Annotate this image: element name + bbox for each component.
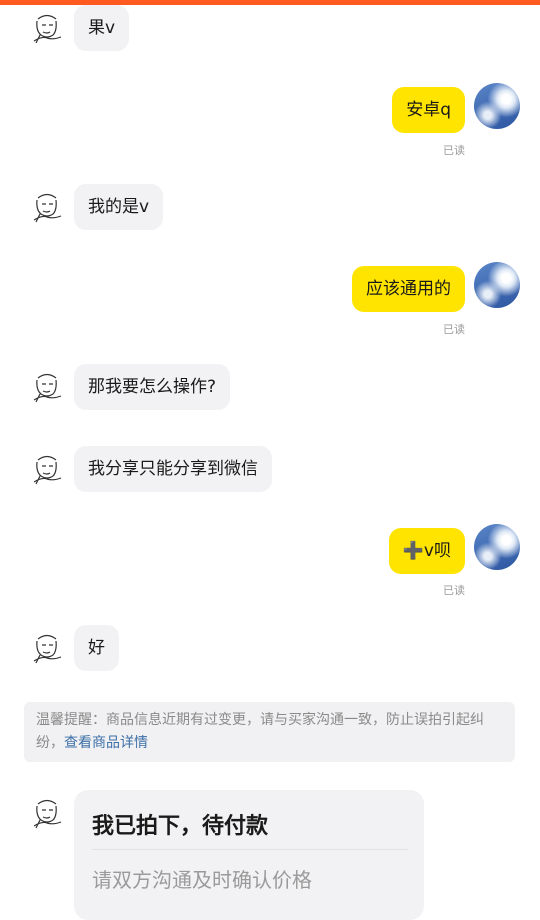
peer-avatar[interactable] (24, 790, 70, 836)
sketch-face-avatar-icon (33, 373, 62, 403)
sketch-face-avatar-icon (33, 193, 62, 223)
message-bubble[interactable]: 果v (74, 5, 130, 51)
read-status: 已读 (443, 584, 465, 597)
order-card-subtitle: 请双方沟通及时确认价格 (92, 868, 312, 892)
peer-avatar[interactable] (24, 625, 70, 671)
self-avatar[interactable] (474, 83, 520, 129)
view-item-details-link[interactable]: 查看商品详情 (64, 735, 148, 751)
peer-avatar[interactable] (24, 184, 70, 230)
self-avatar[interactable] (474, 524, 520, 570)
self-avatar[interactable] (474, 262, 520, 308)
peer-avatar[interactable] (24, 446, 70, 492)
divider (92, 849, 408, 850)
message-bubble[interactable]: 我分享只能分享到微信 (74, 446, 272, 492)
peer-avatar[interactable] (24, 5, 70, 51)
read-status: 已读 (443, 323, 465, 336)
order-status-card[interactable]: 我已拍下，待付款 请双方沟通及时确认价格 (74, 790, 424, 920)
read-status: 已读 (443, 144, 465, 157)
sketch-face-avatar-icon (33, 455, 62, 485)
message-bubble[interactable]: 应该通用的 (352, 266, 465, 312)
sketch-face-avatar-icon (33, 14, 62, 44)
message-bubble[interactable]: 好 (74, 625, 119, 671)
message-bubble[interactable]: 那我要怎么操作? (74, 364, 231, 410)
peer-avatar[interactable] (24, 364, 70, 410)
sketch-face-avatar-icon (33, 799, 62, 829)
system-notice: 温馨提醒：商品信息近期有过变更，请与买家沟通一致，防止误拍引起纠纷，查看商品详情 (24, 702, 515, 762)
order-card-title: 我已拍下，待付款 (92, 814, 269, 839)
message-bubble[interactable]: 安卓q (392, 87, 465, 133)
message-bubble[interactable]: 我的是v (74, 184, 164, 230)
sketch-face-avatar-icon (33, 634, 62, 664)
message-bubble[interactable]: ➕v呗 (388, 528, 465, 574)
top-accent-bar (0, 0, 540, 5)
